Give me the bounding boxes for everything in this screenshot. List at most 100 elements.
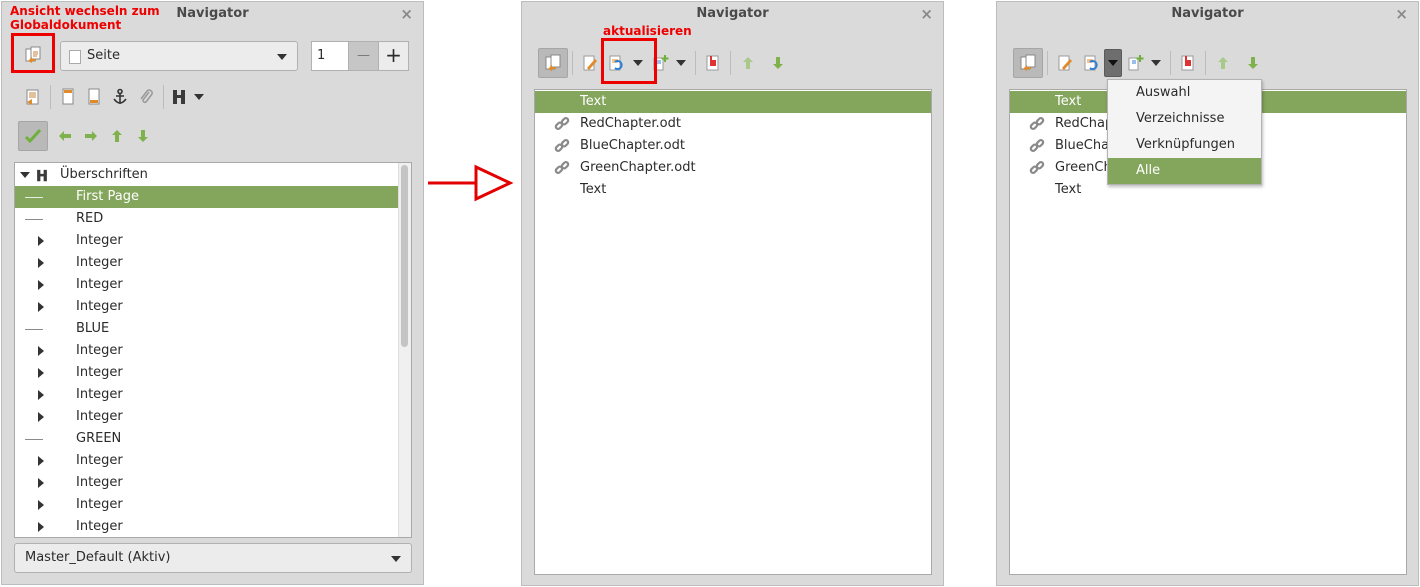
move-up-button[interactable] <box>1210 50 1236 76</box>
demote-level-button[interactable] <box>78 123 104 149</box>
attachment-button[interactable] <box>133 84 159 110</box>
close-icon[interactable]: × <box>920 2 933 26</box>
update-menu-item[interactable]: Verzeichnisse <box>1108 106 1261 132</box>
chevron-down-icon <box>391 556 401 562</box>
expand-arrow-icon[interactable] <box>38 522 44 532</box>
toolbar-row-2 <box>20 84 208 110</box>
expand-arrow-icon[interactable] <box>38 478 44 488</box>
tree-row[interactable]: Integer <box>15 516 411 537</box>
chevron-down-icon <box>1108 60 1118 66</box>
global-item-row[interactable]: GreenChapter.odt <box>535 157 931 179</box>
tree-row[interactable]: Integer <box>15 472 411 494</box>
tree-row[interactable]: RED <box>15 208 411 230</box>
expand-arrow-icon[interactable] <box>38 280 44 290</box>
view-dropdown[interactable]: Seite <box>60 41 298 71</box>
tree-connector <box>25 329 43 330</box>
expand-arrow-icon[interactable] <box>38 456 44 466</box>
heading-tree[interactable]: Überschriften First Page RED Integer Intege… <box>14 162 412 538</box>
tree-row[interactable]: BLUE <box>15 318 411 340</box>
update-menu-item[interactable]: Auswahl <box>1108 80 1261 106</box>
tree-row[interactable]: Integer <box>15 296 411 318</box>
link-icon <box>554 138 570 154</box>
global-item-row[interactable]: BlueChapter.odt <box>535 135 931 157</box>
edit-button[interactable] <box>1052 50 1078 76</box>
navigator-panel-middle: Navigator × Text RedChapter.odt BlueChap… <box>521 1 944 586</box>
global-document-list[interactable]: Text RedChapter.odt BlueChapter.odt GreenCh… <box>534 89 932 575</box>
expand-arrow-icon[interactable] <box>38 500 44 510</box>
navigation-view-icon <box>26 89 39 105</box>
arrow-right-icon <box>428 164 514 202</box>
tree-connector <box>25 439 43 440</box>
update-menu-item[interactable]: Alle <box>1108 158 1261 184</box>
move-down-button[interactable] <box>765 50 791 76</box>
checkmark-icon <box>24 128 42 144</box>
tree-connector <box>25 197 43 198</box>
tree-row[interactable]: Integer <box>15 230 411 252</box>
toggle-button[interactable] <box>18 121 48 151</box>
expand-arrow-icon[interactable] <box>38 346 44 356</box>
page-decrement-button[interactable]: — <box>348 41 379 71</box>
footer-button[interactable] <box>81 84 107 110</box>
tree-row[interactable]: Integer <box>15 450 411 472</box>
expand-arrow-icon[interactable] <box>38 258 44 268</box>
save-contents-button[interactable] <box>1175 50 1201 76</box>
global-item-row[interactable]: RedChapter.odt <box>535 113 931 135</box>
heading-h-icon <box>37 169 47 182</box>
expand-arrow-icon[interactable] <box>38 412 44 422</box>
tree-row[interactable]: Integer <box>15 494 411 516</box>
header-button[interactable] <box>55 84 81 110</box>
content-navigation-button[interactable] <box>20 84 46 110</box>
page-number-input[interactable]: 1 <box>311 41 349 71</box>
refresh-icon <box>1084 55 1098 71</box>
footer-icon <box>88 88 100 105</box>
tree-row[interactable]: Integer <box>15 340 411 362</box>
close-icon[interactable]: × <box>400 2 413 26</box>
tree-row[interactable]: Integer <box>15 252 411 274</box>
update-dropdown-button[interactable] <box>1104 49 1122 77</box>
scrollbar-thumb[interactable] <box>401 165 408 347</box>
global-item-label: Text <box>1055 182 1082 197</box>
scrollbar[interactable] <box>398 163 411 537</box>
tree-row[interactable]: Integer <box>15 384 411 406</box>
arrow-up-icon <box>112 130 122 142</box>
tree-row[interactable]: Integer <box>15 406 411 428</box>
page-increment-button[interactable]: + <box>378 41 409 71</box>
tree-root-row[interactable]: Überschriften <box>15 164 411 186</box>
promote-level-button[interactable] <box>52 123 78 149</box>
expand-arrow-icon[interactable] <box>38 368 44 378</box>
heading-levels-button[interactable] <box>168 84 208 110</box>
insert-button[interactable] <box>1122 50 1166 76</box>
close-icon[interactable]: × <box>1395 2 1408 26</box>
update-button[interactable] <box>1078 50 1104 76</box>
move-up-button[interactable] <box>735 50 761 76</box>
tree-row-label: Integer <box>76 365 123 380</box>
minus-icon: — <box>357 48 370 63</box>
expand-arrow-icon[interactable] <box>38 390 44 400</box>
save-contents-button[interactable] <box>700 50 726 76</box>
move-down-button[interactable] <box>1240 50 1266 76</box>
move-down-button[interactable] <box>130 123 156 149</box>
toolbar-separator <box>1047 51 1048 75</box>
page-number-value: 1 <box>317 48 326 63</box>
document-dropdown[interactable]: Master_Default (Aktiv) <box>14 543 412 573</box>
link-icon <box>554 116 570 132</box>
edit-icon <box>1058 55 1072 71</box>
tree-row[interactable]: First Page <box>15 186 411 208</box>
tree-row-label: Integer <box>76 387 123 402</box>
edit-button[interactable] <box>577 50 603 76</box>
global-item-row[interactable]: Text <box>535 179 931 201</box>
plus-icon: + <box>385 43 402 67</box>
expand-arrow-icon[interactable] <box>38 236 44 246</box>
expand-arrow-icon[interactable] <box>38 302 44 312</box>
move-up-button[interactable] <box>104 123 130 149</box>
global-item-row[interactable]: Text <box>535 91 931 113</box>
update-menu-item[interactable]: Verknüpfungen <box>1108 132 1261 158</box>
tree-row[interactable]: Integer <box>15 274 411 296</box>
toggle-global-view-button[interactable] <box>538 48 568 78</box>
global-item-label: Text <box>580 182 607 197</box>
chevron-down-icon <box>277 54 287 60</box>
tree-row[interactable]: Integer <box>15 362 411 384</box>
toggle-global-view-button[interactable] <box>1013 48 1043 78</box>
tree-row[interactable]: GREEN <box>15 428 411 450</box>
anchor-button[interactable] <box>107 84 133 110</box>
